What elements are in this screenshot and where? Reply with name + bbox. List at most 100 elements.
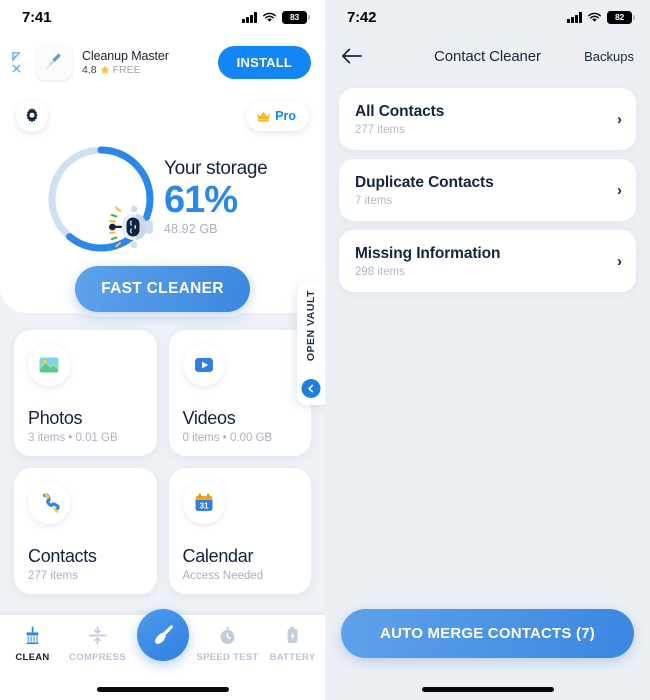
tile-videos[interactable]: Videos 0 items • 0.00 GB bbox=[168, 330, 311, 456]
battery-indicator: 82 bbox=[607, 10, 635, 24]
install-button[interactable]: INSTALL bbox=[217, 45, 311, 79]
arrow-left-icon bbox=[341, 48, 362, 64]
tile-photos[interactable]: Photos 3 items • 0.01 GB bbox=[14, 330, 157, 456]
chevron-right-icon: › bbox=[617, 110, 622, 128]
storage-size: 48.92 GB bbox=[164, 221, 218, 236]
close-x-icon[interactable] bbox=[11, 63, 22, 74]
ad-title: Cleanup Master bbox=[82, 48, 169, 63]
tab-compress[interactable]: COMPRESS bbox=[65, 625, 130, 663]
list-item-duplicate-contacts[interactable]: Duplicate Contacts 7 items › bbox=[339, 159, 636, 221]
tab-label: CLEAN bbox=[15, 652, 50, 663]
wifi-icon bbox=[588, 12, 601, 22]
list-item-title: Missing Information bbox=[355, 244, 501, 262]
home-indicator-left bbox=[96, 687, 229, 692]
category-grid: Photos 3 items • 0.01 GB Videos 0 items … bbox=[0, 312, 325, 594]
signal-bars-icon bbox=[242, 12, 257, 23]
compress-icon bbox=[88, 626, 107, 645]
ad-text-block: Cleanup Master 4.8 FREE bbox=[82, 49, 208, 76]
ad-banner[interactable]: Cleanup Master 4.8 FREE INSTALL bbox=[0, 34, 325, 90]
status-indicators: 82 bbox=[567, 10, 635, 24]
signal-bars-icon bbox=[567, 12, 582, 23]
list-item-subtitle: 7 items bbox=[355, 194, 393, 207]
status-time: 7:41 bbox=[22, 8, 52, 26]
status-bar-left: 7:41 83 bbox=[0, 0, 325, 34]
tab-battery[interactable]: BATTERY bbox=[260, 625, 325, 663]
tile-contacts[interactable]: Contacts 277 items bbox=[14, 468, 157, 594]
storage-percent: 61% bbox=[164, 179, 238, 222]
contact-category-list: All Contacts 277 items › Duplicate Conta… bbox=[325, 78, 650, 292]
star-icon bbox=[100, 65, 109, 74]
list-item-title: Duplicate Contacts bbox=[355, 173, 494, 191]
stopwatch-icon bbox=[220, 626, 235, 644]
fast-cleaner-wrap: FAST CLEANER bbox=[0, 266, 325, 312]
ad-controls[interactable] bbox=[6, 51, 26, 74]
pro-label: Pro bbox=[275, 109, 296, 123]
broom-icon bbox=[26, 626, 39, 645]
dual-screenshot: 7:41 83 Cleanup Master 4.8 FREE INSTALL … bbox=[0, 0, 650, 700]
settings-button[interactable] bbox=[16, 100, 48, 132]
calendar-icon: 31 bbox=[182, 482, 225, 524]
open-vault-tab[interactable]: OPEN VAULT bbox=[297, 283, 325, 405]
broom-app-icon bbox=[36, 44, 72, 80]
tile-subtitle: 0 items • 0.00 GB bbox=[182, 432, 273, 444]
tab-clean[interactable]: CLEAN bbox=[0, 625, 65, 663]
battery-bolt-icon bbox=[287, 626, 298, 643]
list-item-text: All Contacts 277 items bbox=[355, 103, 617, 136]
fab-clean-button[interactable] bbox=[136, 609, 189, 661]
fast-cleaner-button[interactable]: FAST CLEANER bbox=[75, 266, 250, 312]
status-time: 7:42 bbox=[347, 8, 377, 26]
list-item-all-contacts[interactable]: All Contacts 277 items › bbox=[339, 88, 636, 150]
tile-calendar[interactable]: 31 Calendar Access Needed bbox=[168, 468, 311, 594]
list-item-title: All Contacts bbox=[355, 102, 445, 120]
storage-text: Your storage 61% 48.92 GB bbox=[164, 158, 268, 239]
tile-title: Contacts bbox=[28, 546, 97, 566]
home-screen: 7:41 83 Cleanup Master 4.8 FREE INSTALL … bbox=[0, 0, 325, 700]
contact-cleaner-screen: 7:42 82 Contact Cleaner Backups All Cont… bbox=[325, 0, 650, 700]
merge-button-wrap: AUTO MERGE CONTACTS (7) bbox=[325, 609, 650, 658]
pro-button[interactable]: Pro bbox=[246, 101, 309, 131]
adchoices-triangle-icon[interactable] bbox=[11, 51, 22, 62]
battery-indicator: 83 bbox=[282, 10, 310, 24]
storage-title: Your storage bbox=[164, 158, 268, 180]
video-play-icon bbox=[182, 344, 225, 386]
nav-bar: Contact Cleaner Backups bbox=[325, 34, 650, 78]
gear-icon bbox=[26, 108, 38, 123]
chevron-left-icon[interactable] bbox=[301, 379, 321, 398]
tile-title: Photos bbox=[28, 408, 83, 428]
tab-label: SPEED TEST bbox=[196, 652, 259, 663]
list-item-subtitle: 298 items bbox=[355, 265, 405, 278]
auto-merge-contacts-button[interactable]: AUTO MERGE CONTACTS (7) bbox=[341, 609, 634, 658]
list-item-text: Missing Information 298 items bbox=[355, 245, 617, 278]
back-button[interactable] bbox=[341, 41, 371, 71]
photo-icon bbox=[28, 344, 70, 386]
tile-subtitle: 3 items • 0.01 GB bbox=[28, 432, 118, 444]
home-indicator-right bbox=[421, 687, 554, 692]
ad-rating: 4.8 bbox=[82, 63, 97, 76]
wifi-icon bbox=[263, 12, 276, 22]
tab-label: BATTERY bbox=[269, 652, 316, 663]
tile-title: Videos bbox=[182, 408, 236, 428]
status-bar-right: 7:42 82 bbox=[325, 0, 650, 34]
home-header: Pro bbox=[0, 90, 325, 132]
storage-summary: Your storage 61% 48.92 GB bbox=[0, 132, 325, 254]
ad-price: FREE bbox=[112, 63, 141, 76]
svg-text:31: 31 bbox=[199, 501, 209, 510]
tile-subtitle: Access Needed bbox=[182, 570, 264, 582]
robot-mascot-icon bbox=[108, 205, 153, 249]
list-item-subtitle: 277 items bbox=[355, 123, 405, 136]
open-vault-label: OPEN VAULT bbox=[305, 290, 317, 362]
chevron-right-icon: › bbox=[617, 252, 622, 270]
list-item-text: Duplicate Contacts 7 items bbox=[355, 174, 617, 207]
status-indicators: 83 bbox=[242, 10, 310, 24]
storage-ring bbox=[46, 144, 156, 254]
tile-title: Calendar bbox=[182, 546, 254, 566]
backups-button[interactable]: Backups bbox=[584, 49, 634, 64]
broom-fab-icon bbox=[154, 625, 173, 644]
tab-label: COMPRESS bbox=[69, 652, 126, 663]
ad-subtitle: 4.8 FREE bbox=[82, 64, 208, 76]
crown-icon bbox=[257, 111, 271, 122]
tab-speed-test[interactable]: SPEED TEST bbox=[195, 625, 260, 663]
tile-subtitle: 277 items bbox=[28, 570, 78, 582]
telephone-icon bbox=[28, 482, 70, 524]
list-item-missing-information[interactable]: Missing Information 298 items › bbox=[339, 230, 636, 292]
